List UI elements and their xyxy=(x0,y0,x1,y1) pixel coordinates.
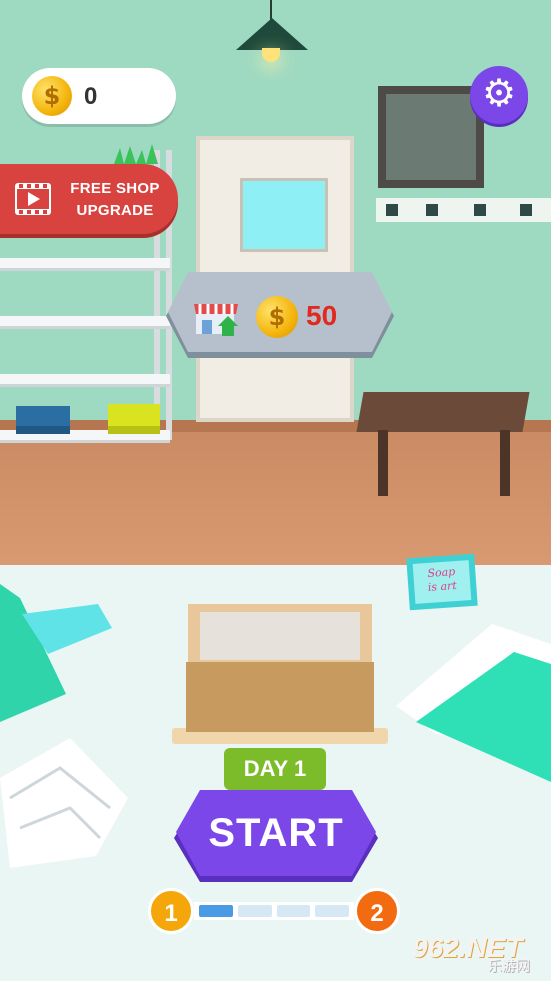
desk-leg xyxy=(378,430,388,496)
start-button[interactable]: START xyxy=(174,790,378,882)
progress-segment xyxy=(199,905,233,917)
soap-is-art-sign: Soap is art xyxy=(406,553,478,611)
shop-upgrade-icon xyxy=(194,304,238,336)
sign-line-2: is art xyxy=(427,578,458,594)
shelf-board xyxy=(0,258,170,268)
coin-icon: $ xyxy=(32,76,72,116)
video-icon xyxy=(15,183,51,215)
paper-sheet-right xyxy=(396,624,551,782)
free-shop-upgrade-button[interactable]: FREE SHOP UPGRADE xyxy=(0,164,178,234)
wall-picture xyxy=(378,86,484,188)
coin-icon: $ xyxy=(256,296,298,338)
coin-balance-display: $ 0 xyxy=(22,68,176,124)
hook xyxy=(426,204,438,216)
lamp-cord xyxy=(270,0,272,20)
level-progress: 1 2 xyxy=(148,888,400,936)
progress-segment xyxy=(276,905,311,917)
soap-bar-blue xyxy=(16,406,70,434)
grass-plant xyxy=(114,144,158,164)
desk-leg xyxy=(500,430,510,496)
progress-segment xyxy=(237,905,272,917)
next-level-node: 2 xyxy=(354,888,400,934)
upgrade-price: 50 xyxy=(306,300,338,331)
gear-icon: ⚙ xyxy=(481,73,517,115)
shelf-board xyxy=(0,316,170,326)
day-badge: DAY 1 xyxy=(224,748,326,790)
shop-upgrade-button[interactable]: $ 50 xyxy=(166,272,394,362)
site-watermark: 962.NET 乐游网 xyxy=(412,932,548,974)
door-window xyxy=(240,178,328,252)
hook xyxy=(520,204,532,216)
progress-track xyxy=(194,902,354,920)
crumpled-paper xyxy=(0,738,128,868)
soap-mold-box[interactable] xyxy=(186,604,374,732)
hook xyxy=(386,204,398,216)
settings-button[interactable]: ⚙ xyxy=(470,66,528,124)
hook-rail xyxy=(376,198,551,222)
soap-bar-yellow xyxy=(108,404,160,434)
coin-count: 0 xyxy=(84,83,98,110)
current-level-node: 1 xyxy=(148,888,194,934)
ceiling-lamp xyxy=(236,18,308,50)
shelf-board xyxy=(0,374,170,384)
free-shop-line-1: FREE SHOP xyxy=(70,180,160,197)
hook xyxy=(474,204,486,216)
watermark-sub: 乐游网 xyxy=(488,958,530,974)
wooden-desk xyxy=(356,392,530,432)
paper-sheet-left xyxy=(0,584,112,722)
floor xyxy=(0,420,551,570)
free-shop-line-2: UPGRADE xyxy=(76,202,154,219)
start-label: START xyxy=(208,811,344,855)
progress-segment xyxy=(315,905,349,917)
